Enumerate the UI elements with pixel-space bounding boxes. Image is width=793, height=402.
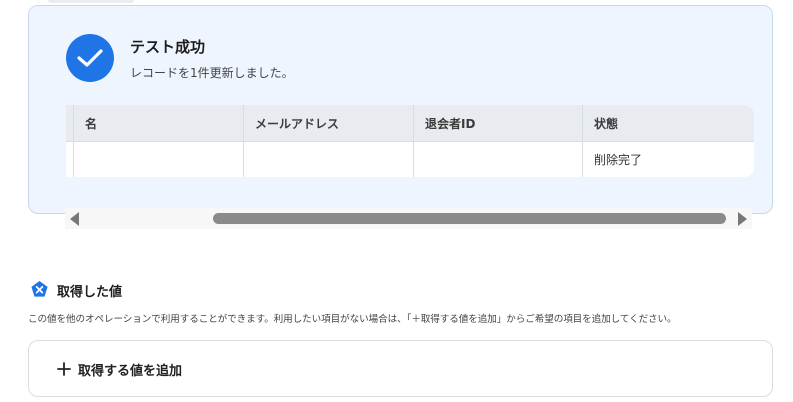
table-cell-spacer — [66, 141, 74, 177]
table-header-spacer — [66, 105, 74, 141]
table-cell: 削除完了 — [583, 141, 754, 177]
column-header-email: メールアドレス — [244, 105, 414, 141]
plus-icon — [57, 362, 71, 376]
column-header-name: 名 — [74, 105, 244, 141]
table-row: 削除完了 — [66, 141, 754, 177]
scroll-right-arrow-icon[interactable] — [738, 212, 747, 226]
add-value-button[interactable]: 取得する値を追加 — [28, 340, 773, 397]
result-title: テスト成功 — [130, 38, 206, 56]
acquired-values-title: 取得した値 — [57, 285, 123, 300]
table-cell — [74, 141, 244, 177]
check-icon — [66, 34, 114, 82]
column-header-status: 状態 — [594, 116, 619, 131]
column-header-member-id: 退会者ID — [414, 105, 583, 141]
x-hexagon-icon — [31, 280, 48, 297]
acquired-values-description: この値を他のオペレーションで利用することができます。利用したい項目がない場合は、… — [28, 314, 677, 325]
result-table: 名 メールアドレス 退会者ID 状態 削除完了 — [66, 105, 754, 177]
table-header: 名 メールアドレス 退会者ID 状態 — [66, 105, 754, 141]
add-value-label: 取得する値を追加 — [78, 364, 183, 379]
table-cell — [414, 141, 583, 177]
top-tab-edge — [48, 0, 134, 3]
result-subtitle: レコードを1件更新しました。 — [130, 66, 294, 80]
table-cell — [244, 141, 414, 177]
scroll-left-arrow-icon[interactable] — [70, 212, 79, 226]
horizontal-scrollbar[interactable] — [65, 208, 752, 229]
scrollbar-thumb[interactable] — [213, 213, 726, 224]
test-result-card: テスト成功 レコードを1件更新しました。 名 メールアドレス 退会者ID 状態 … — [28, 5, 773, 214]
